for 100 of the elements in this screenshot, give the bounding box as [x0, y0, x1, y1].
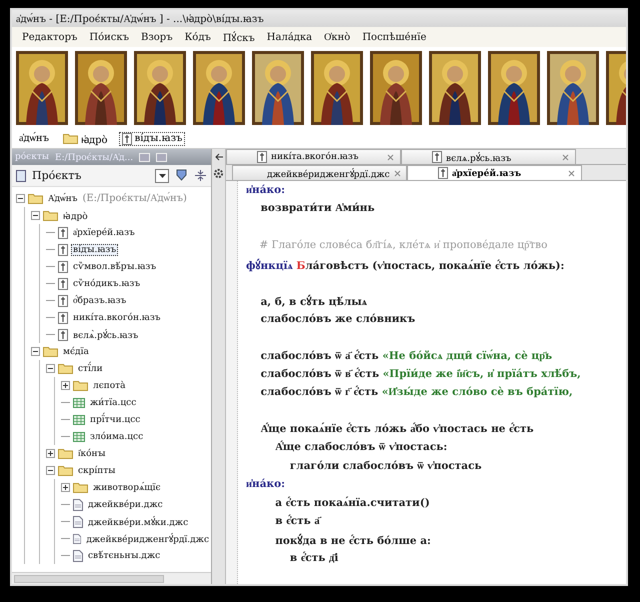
tree-item[interactable]: ꙗ҆дро̀ — [61, 208, 90, 223]
dropdown-button[interactable] — [155, 168, 169, 182]
stylesheet-icon — [73, 414, 85, 424]
tree-item[interactable]: сѷно́дикъ.ꙗзъ — [71, 278, 142, 290]
page-icon — [73, 516, 83, 528]
code-line: слабосло́въ ѿ в҃ є҆́сть «Прїи́де же і҆и҃съ, и҆ прїа́тъ хлѣ́бъ, — [260, 368, 582, 382]
window-title: а҆дѡ́нъ - [Е:/Проє́кты/А҆дѡ́нъ ] - ...\ꙗ҆дро̀\ві́дꙑ.ꙗзъ — [12, 10, 626, 27]
code-line: А҆́ще слабосло́въ ѿ ѵ҆постась: — [274, 441, 448, 456]
close-icon[interactable] — [562, 154, 569, 160]
tree-item[interactable]: прї́тчи.цсс — [88, 414, 142, 426]
collapse-icon[interactable] — [46, 466, 55, 475]
menu-item[interactable]: О҆кно̀ — [324, 32, 350, 42]
tree-item[interactable]: сѷмвол.вѣ́рꙑ.ꙗзъ — [71, 260, 158, 272]
cross-file-icon — [432, 151, 442, 163]
tree-item[interactable]: лєпота̀ — [91, 380, 128, 392]
cross-file-icon — [58, 226, 68, 238]
cross-file-icon — [58, 278, 68, 290]
tree-item[interactable]: і҆ко́нꙑ — [76, 447, 108, 460]
collapse-icon[interactable] — [16, 194, 25, 203]
folder-icon — [58, 363, 73, 374]
page-icon — [73, 550, 83, 562]
tree-item[interactable]: джейкве́ридженгꙋ́рдї.джс — [84, 531, 211, 546]
tree-item[interactable]: зло́има.цсс — [88, 430, 146, 442]
menu-item[interactable]: Нала́дка — [266, 32, 312, 42]
tree-item[interactable]: вєлѧ̀.рꙋ́сь.ꙗзъ — [71, 327, 140, 342]
tree-item[interactable]: А҆дѡ́нъ — [46, 192, 80, 205]
editor-tab[interactable]: джейкве́ридженгꙋ́рдї.джс — [232, 165, 407, 180]
collapse-icon[interactable] — [46, 364, 55, 373]
close-icon[interactable] — [387, 154, 394, 160]
editor-tab[interactable]: вєлѧ.рꙋ́сь.ꙗзъ — [401, 149, 576, 164]
menu-item[interactable]: Взоръ — [140, 32, 173, 42]
tree-item[interactable]: скрі́пты — [76, 464, 118, 476]
code-line: глаго́ли слабосло́въ ѿ ѵ҆постась — [288, 460, 483, 474]
tree-item[interactable]: ві́дꙑ.ꙗзъ — [71, 244, 118, 256]
breadcrumb-item[interactable]: ві́дꙑ.ꙗзъ — [118, 132, 186, 146]
stylesheet-icon — [73, 432, 85, 442]
folder-icon — [43, 346, 58, 357]
close-icon[interactable] — [568, 170, 575, 176]
code-line: в є҆́сть д҃і — [288, 552, 340, 566]
tree-item[interactable]: животворѧ́щїє — [91, 481, 163, 494]
panel-path: Е:/Проє́кты/А҆д... — [55, 152, 134, 162]
tree-item[interactable]: никі́та.вкого́н.ꙗзъ — [71, 312, 163, 324]
page-icon — [73, 498, 83, 510]
tree-item[interactable]: о҆́бразъ.ꙗзъ — [71, 294, 128, 307]
code-line: и҆на́ко: — [246, 184, 286, 198]
back-arrow-icon[interactable] — [214, 152, 224, 162]
scroll-to-icon[interactable] — [175, 169, 188, 182]
scrollbar-thumb[interactable] — [14, 574, 164, 582]
cross-file-icon — [257, 151, 267, 163]
code-line: # Глаго́ле слове́са бл҃гі́ѧ, кле́тѧ и҆ пропове́дале цр҇тво — [258, 239, 548, 254]
tree-item[interactable]: джейкве́ри.мꙋ́ки.джс — [86, 514, 190, 529]
code-line: слабосло́въ ѿ а҃ є҆́сть «Не бо́йсѧ дщи̑ сїѡ́на, сѐ цр҃ь — [260, 350, 554, 364]
close-icon[interactable] — [394, 170, 401, 176]
cross-file-icon — [58, 244, 68, 256]
menu-item[interactable]: Ко́дъ — [184, 32, 211, 42]
menu-item[interactable]: По́искъ — [89, 32, 129, 42]
collapse-all-icon[interactable] — [194, 169, 207, 182]
tree-item[interactable]: а҆рхїере́й.ꙗзъ — [71, 226, 137, 239]
project-path: (Е:/Проє́кты/А҆дѡ́нъ) — [82, 193, 187, 204]
menu-item[interactable]: Пꙋ́скъ — [222, 30, 255, 44]
tree-item[interactable]: мє́дїа — [61, 346, 91, 358]
cross-file-icon — [58, 312, 68, 324]
cross-file-icon — [122, 132, 132, 144]
expand-icon[interactable] — [46, 449, 55, 458]
caret-icon — [158, 174, 166, 178]
panel-title: ро́єкты — [15, 152, 49, 162]
menu-item[interactable]: Поспѣше́нїе — [362, 32, 426, 42]
collapse-icon[interactable] — [31, 347, 40, 356]
editor-tab[interactable]: а҆рхїере́й.ꙗзъ — [407, 165, 582, 180]
collapse-icon[interactable] — [31, 211, 40, 220]
cross-file-icon — [58, 260, 68, 272]
code-line: возврати́ти А҆ми́нь — [260, 202, 376, 216]
folder-icon — [28, 193, 43, 204]
settings-icon[interactable] — [213, 168, 224, 179]
tree-item[interactable]: джейкве́ри.джс — [86, 498, 165, 510]
editor-tab[interactable]: никі́та.вкого́н.ꙗзъ — [226, 149, 401, 164]
cross-file-icon — [58, 294, 68, 306]
cross-file-icon — [58, 328, 68, 340]
folder-icon — [62, 133, 78, 144]
expand-icon[interactable] — [61, 483, 70, 492]
code-line: и҆на́ко: — [246, 478, 286, 492]
menu-item[interactable]: Редакторъ — [22, 32, 78, 42]
breadcrumb-item[interactable]: ꙗ҆дро̀ — [60, 130, 111, 146]
expand-icon[interactable] — [61, 381, 70, 390]
breadcrumb-item[interactable]: а҆дѡ́нъ — [16, 132, 52, 145]
code-line: а, б, в сꙋ́ть цѣ́лыѧ — [260, 294, 368, 310]
page-icon — [73, 532, 82, 544]
cross-file-icon — [438, 167, 448, 179]
tree-item[interactable]: свѣ́тєньнꙑ.джс — [86, 550, 162, 562]
folder-icon — [58, 448, 73, 459]
project-icon — [16, 170, 26, 182]
code-line: фꙋ́нкцїѧ Бла́говѣстъ (ѵ҆постась, покаѧ́нїе є҆́сть ло́жь): — [246, 258, 566, 274]
tree-item[interactable]: стї́ли — [76, 362, 105, 374]
stylesheet-icon — [73, 398, 85, 408]
tree-item[interactable]: жи́тїа.цсс — [88, 396, 138, 408]
view-label: Про́єктъ — [32, 169, 82, 182]
code-line: в є҆́сть а҃ — [274, 515, 322, 530]
code-line: слабосло́въ же сло́вникъ — [260, 312, 416, 327]
folder-icon — [43, 210, 58, 221]
folder-icon — [73, 380, 88, 391]
